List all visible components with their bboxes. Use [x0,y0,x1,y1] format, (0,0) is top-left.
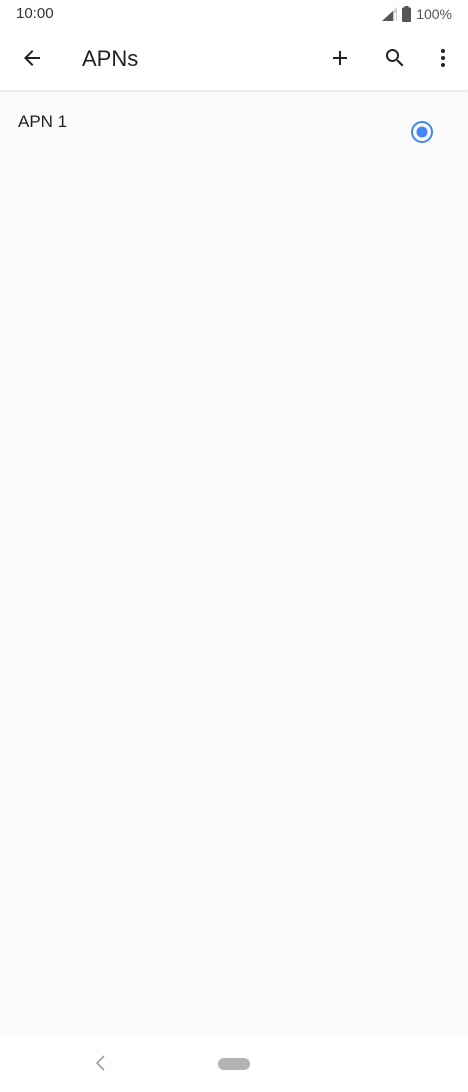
search-icon [383,46,407,75]
status-time: 10:00 [16,5,54,22]
nav-back-icon [94,1054,108,1077]
more-options-button[interactable] [419,36,467,84]
back-arrow-icon [20,46,44,75]
battery-percent: 100% [416,6,452,22]
status-indicators: 100% [382,6,452,22]
app-bar: APNs [0,30,468,91]
nav-home-pill[interactable] [218,1058,250,1070]
apn-radio-button[interactable] [409,119,435,145]
apn-screen: 10:00 100% APNs APN 1 [0,0,468,1092]
status-bar: 10:00 100% [0,0,468,30]
add-apn-button[interactable] [316,36,364,84]
navigation-bar [0,1036,468,1092]
nav-back-button[interactable] [86,1050,116,1080]
apn-name: APN 1 [18,112,68,131]
signal-icon [382,7,398,21]
more-vert-icon [431,46,455,75]
back-button[interactable] [8,36,56,84]
add-icon [328,46,352,75]
apn-list: APN 1 [0,91,468,171]
battery-icon [402,6,412,22]
list-item[interactable]: APN 1 [0,91,468,171]
search-button[interactable] [371,36,419,84]
page-title: APNs [82,46,139,71]
